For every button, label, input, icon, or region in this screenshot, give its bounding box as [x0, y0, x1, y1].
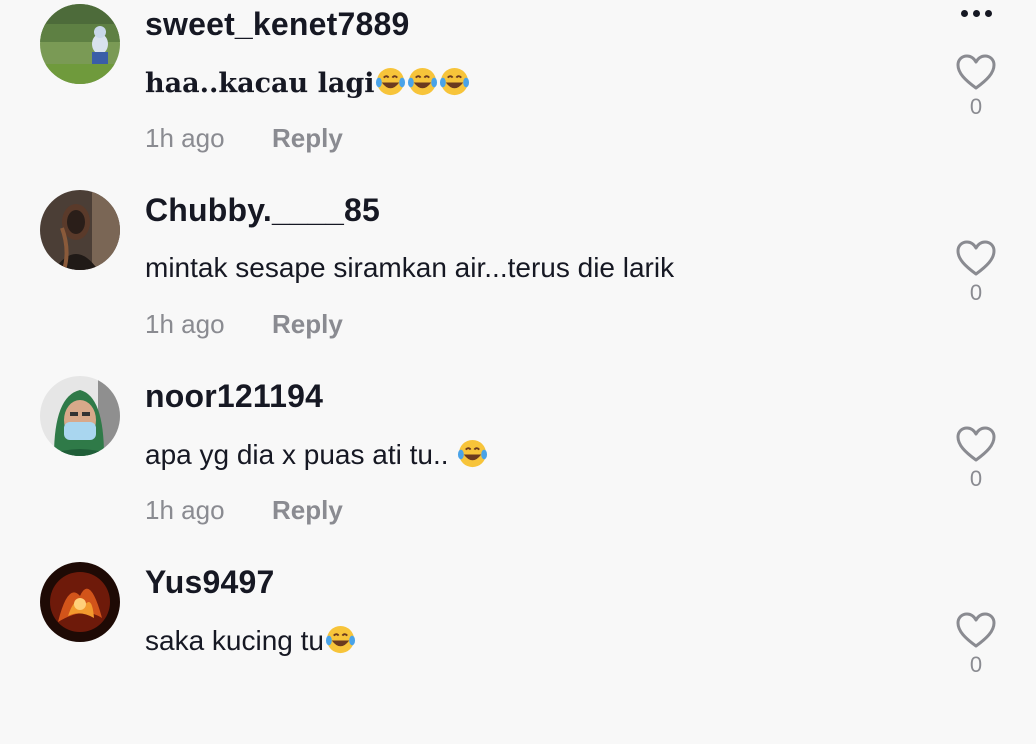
comment-text-body: haa..kacau lagi [145, 68, 375, 99]
avatar[interactable] [40, 562, 120, 642]
comment-username[interactable]: Yus9497 [145, 564, 275, 601]
avatar[interactable] [40, 4, 120, 84]
heart-icon[interactable] [955, 52, 997, 92]
like-count: 0 [969, 466, 983, 491]
laughing-tears-emoji-icon [440, 67, 470, 96]
avatar[interactable] [40, 190, 120, 270]
heart-icon[interactable] [955, 238, 997, 278]
comment-timestamp: 1h ago [145, 309, 225, 339]
comment-text: apa yg dia x puas ati tu.. [145, 438, 488, 471]
like-count: 0 [969, 652, 983, 677]
comment-timestamp: 1h ago [145, 495, 225, 525]
comment-item: sweet_kenet7889 haa..kacau lagi 1h ago R… [0, 0, 1036, 186]
comment-text-body: apa yg dia x puas ati tu.. [145, 439, 457, 470]
comment-username[interactable]: sweet_kenet7889 [145, 6, 410, 43]
laughing-tears-emoji-icon [458, 439, 488, 468]
heart-icon[interactable] [955, 610, 997, 650]
reply-button[interactable]: Reply [272, 495, 343, 526]
comment-item: Chubby.____85 mintak sesape siramkan air… [0, 186, 1036, 372]
heart-icon[interactable] [955, 424, 997, 464]
comment-text-body: saka kucing tu [145, 625, 324, 656]
like-count: 0 [969, 94, 983, 119]
comment-username[interactable]: Chubby.____85 [145, 192, 380, 229]
laughing-tears-emoji-icon [325, 625, 356, 654]
like-count: 0 [969, 280, 983, 305]
comment-item: noor121194 apa yg dia x puas ati tu.. 1h… [0, 372, 1036, 558]
comment-timestamp: 1h ago [145, 123, 225, 153]
avatar[interactable] [40, 376, 120, 456]
laughing-tears-emoji-icon [408, 67, 438, 96]
reply-button[interactable]: Reply [272, 309, 343, 340]
comment-item: Yus9497 saka kucing tu 0 [0, 558, 1036, 744]
comment-text: saka kucing tu [145, 624, 356, 657]
reply-button[interactable]: Reply [272, 123, 343, 154]
comment-username[interactable]: noor121194 [145, 378, 323, 415]
comment-text: mintak sesape siramkan air...terus die l… [145, 252, 675, 283]
comment-text: haa..kacau lagi [145, 66, 470, 99]
laughing-tears-emoji-icon [376, 67, 406, 96]
